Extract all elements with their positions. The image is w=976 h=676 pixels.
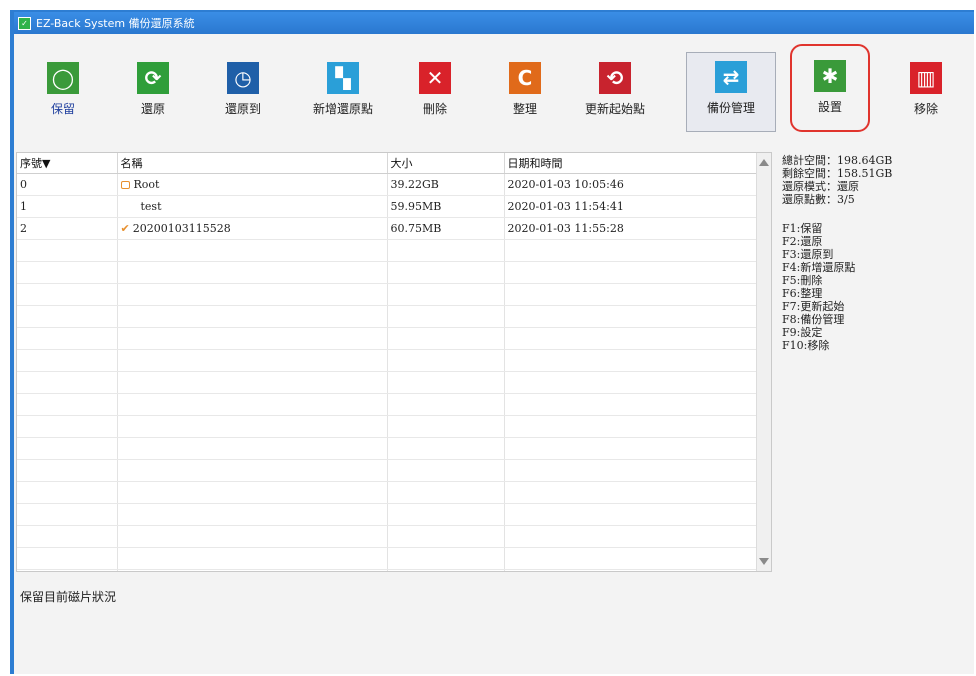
shortcut-f10: F10:移除 [782,339,830,352]
row-size: 59.95MB [387,195,505,218]
table-row-empty [17,481,758,504]
row-name: Root [117,173,388,196]
delete-icon: ✕ [419,62,451,94]
settings-button[interactable]: ✱ 設置 [790,44,870,132]
app-window: ✓ EZ-Back System 備份還原系統 ◯ 保留 ⟳ 還原 ◷ 還原到 … [10,10,974,674]
table-row-empty [17,305,758,328]
table-row[interactable]: 0 Root 39.22GB 2020-01-03 10:05:46 [17,173,758,196]
row-index: 2 [17,217,118,240]
table-row-empty [17,525,758,548]
add-restore-point-label: 新增還原點 [312,102,373,116]
shortcut-f2: F2:還原 [782,235,823,248]
delete-label: 刪除 [422,102,447,116]
shortcut-f7: F7:更新起始 [782,300,845,313]
column-header-name[interactable]: 名稱 [117,153,388,174]
column-header-index[interactable]: 序號▼ [17,153,118,174]
toolbar: ◯ 保留 ⟳ 還原 ◷ 還原到 ▚ 新增還原點 ✕ 刪除 C 整理 ⟲ 更新起始… [14,34,974,146]
shortcut-f4: F4:新增還原點 [782,261,856,274]
row-size: 60.75MB [387,217,505,240]
row-name-text: 20200103115528 [132,222,231,235]
backup-manage-label: 備份管理 [706,101,755,115]
table-row-empty [17,327,758,350]
keep-label: 保留 [50,102,75,116]
restore-mode: 還原模式：還原 [782,180,859,193]
table-row-empty [17,283,758,306]
row-name: test [117,195,388,218]
restore-to-icon: ◷ [227,62,259,94]
row-name: ✔ 20200103115528 [117,217,388,240]
restore-to-button[interactable]: ◷ 還原到 [198,54,288,134]
backup-manage-icon: ⇄ [715,61,747,93]
row-name-text: Root [133,178,160,191]
table-row[interactable]: 2 ✔ 20200103115528 60.75MB 2020-01-03 11:… [17,217,758,240]
title-bar: ✓ EZ-Back System 備份還原系統 [14,12,974,34]
backup-list: 序號▼ 名稱 大小 日期和時間 0 Root 39.22GB 2020-01-0… [16,152,772,572]
keep-button[interactable]: ◯ 保留 [18,54,108,134]
table-row-empty [17,239,758,262]
shortcut-f3: F3:還原到 [782,248,834,261]
backup-table: 序號▼ 名稱 大小 日期和時間 0 Root 39.22GB 2020-01-0… [17,153,758,571]
row-index: 1 [17,195,118,218]
table-row-empty [17,503,758,526]
restore-points: 還原點數：3/5 [782,193,855,206]
shortcut-f1: F1:保留 [782,222,823,235]
row-index: 0 [17,173,118,196]
shortcut-f8: F8:備份管理 [782,313,845,326]
table-row[interactable]: 1 test 59.95MB 2020-01-03 11:54:41 [17,195,758,218]
vertical-scrollbar[interactable] [756,153,771,571]
status-area: 保留目前磁片狀況 [16,574,772,672]
settings-icon: ✱ [814,60,846,92]
settings-label: 設置 [817,100,842,114]
column-header-size[interactable]: 大小 [387,153,505,174]
restore-to-label: 還原到 [224,102,261,116]
restore-button[interactable]: ⟳ 還原 [108,54,198,134]
remove-label: 移除 [913,102,938,116]
scroll-down-icon[interactable] [759,558,769,565]
shortcut-f6: F6:整理 [782,287,823,300]
keep-icon: ◯ [47,62,79,94]
column-header-datetime[interactable]: 日期和時間 [504,153,758,174]
row-name-text: test [140,200,162,213]
app-logo-icon: ✓ [18,16,31,30]
delete-button[interactable]: ✕ 刪除 [390,54,480,134]
update-start-button[interactable]: ⟲ 更新起始點 [570,54,660,134]
update-start-icon: ⟲ [599,62,631,94]
update-start-label: 更新起始點 [584,102,645,116]
scroll-up-icon[interactable] [759,159,769,166]
table-row-empty [17,547,758,570]
status-text: 保留目前磁片狀況 [20,590,117,604]
add-restore-point-icon: ▚ [327,62,359,94]
table-row-empty [17,393,758,416]
table-row-empty [17,437,758,460]
table-row-empty [17,261,758,284]
total-space: 總計空間：198.64GB [782,154,893,167]
table-row-empty [17,349,758,372]
lock-icon [120,181,130,189]
row-datetime: 2020-01-03 11:54:41 [504,195,758,218]
table-row-empty [17,371,758,394]
remove-button[interactable]: ▥ 移除 [882,54,970,134]
info-panel: 總計空間：198.64GB 剩餘空間：158.51GB 還原模式：還原 還原點數… [782,154,972,352]
row-size: 39.22GB [387,173,505,196]
restore-icon: ⟳ [137,62,169,94]
window-title: EZ-Back System 備份還原系統 [36,17,195,30]
check-icon: ✔ [120,222,130,235]
add-restore-point-button[interactable]: ▚ 新增還原點 [298,54,388,134]
row-datetime: 2020-01-03 11:55:28 [504,217,758,240]
free-space: 剩餘空間：158.51GB [782,167,893,180]
table-row-empty [17,415,758,438]
organize-icon: C [509,62,541,94]
table-row-empty [17,459,758,482]
organize-label: 整理 [512,102,537,116]
shortcut-f5: F5:刪除 [782,274,823,287]
table-row-empty [17,569,758,571]
backup-manage-button[interactable]: ⇄ 備份管理 [686,52,776,132]
shortcut-f9: F9:設定 [782,326,823,339]
trash-icon: ▥ [910,62,942,94]
row-datetime: 2020-01-03 10:05:46 [504,173,758,196]
organize-button[interactable]: C 整理 [480,54,570,134]
restore-label: 還原 [140,102,165,116]
